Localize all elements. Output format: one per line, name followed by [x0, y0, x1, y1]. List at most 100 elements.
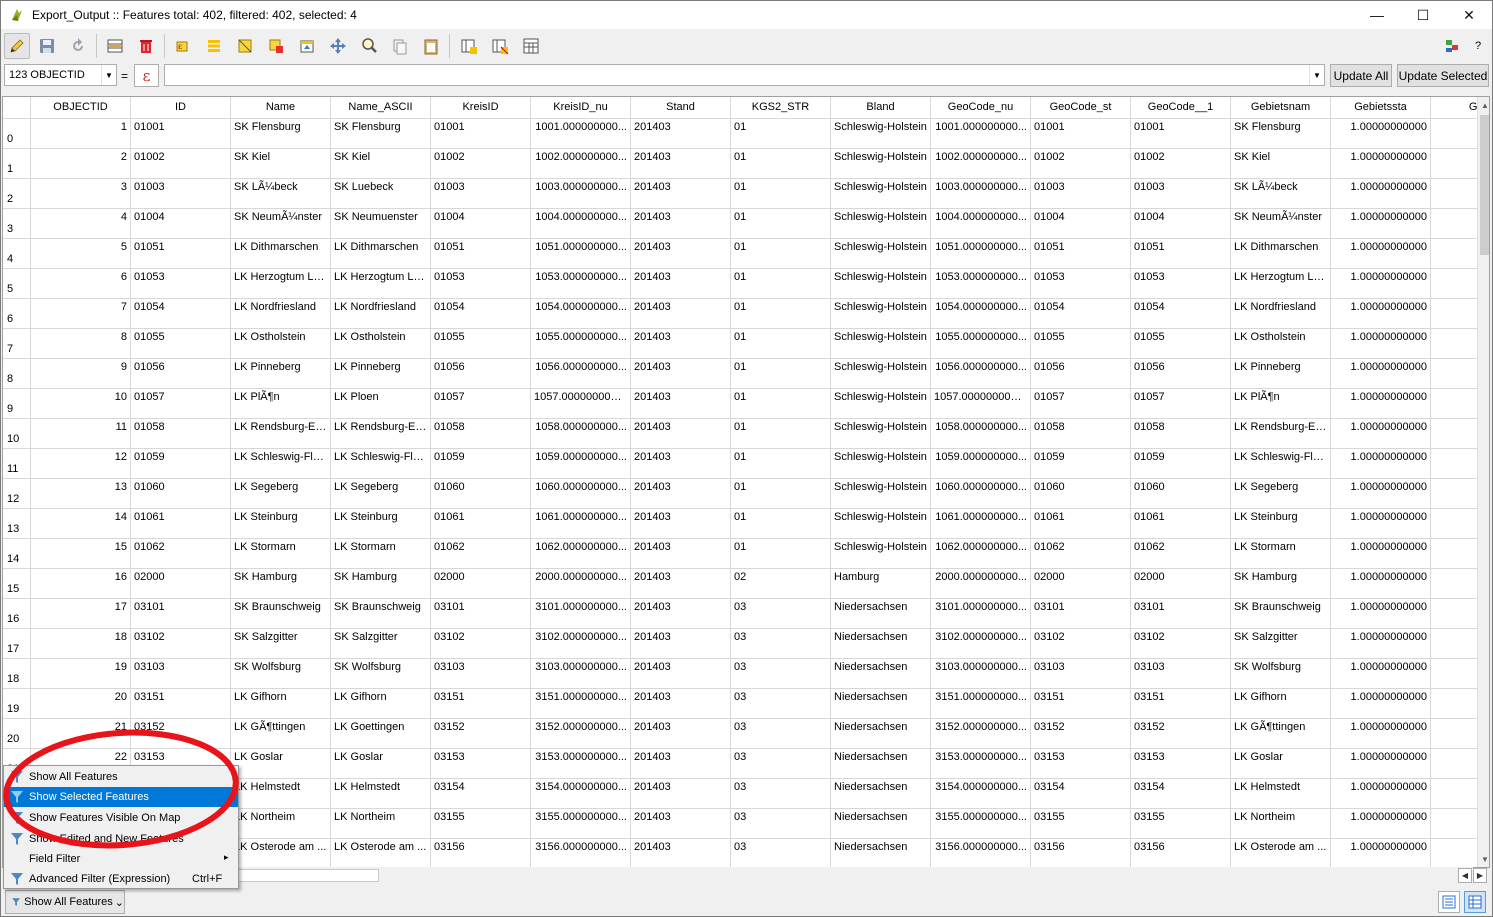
row-header[interactable]: 13 [3, 509, 31, 539]
table-cell[interactable]: 201403 [631, 449, 731, 479]
table-cell[interactable]: 1057.00000000000 [931, 389, 1031, 419]
table-cell[interactable]: LK GÃ¶ttingen [231, 719, 331, 749]
table-cell[interactable]: 1056.000000000... [531, 359, 631, 389]
table-cell[interactable]: 03153 [1131, 749, 1231, 779]
table-cell[interactable]: 03154 [1031, 779, 1131, 809]
table-cell[interactable]: SK Flensburg [1231, 119, 1331, 149]
table-cell[interactable]: 01003 [131, 179, 231, 209]
table-cell[interactable]: Niedersachsen [831, 839, 931, 867]
table-cell[interactable]: 3 [31, 179, 131, 209]
row-header[interactable]: 12 [3, 479, 31, 509]
table-cell[interactable]: 4 [31, 209, 131, 239]
attribute-table[interactable]: OBJECTID ID Name Name_ASCII KreisID KreisID_n… [2, 96, 1490, 868]
table-cell[interactable]: 2 [31, 149, 131, 179]
table-cell[interactable]: 1 [31, 119, 131, 149]
table-cell[interactable]: 01002 [1031, 149, 1131, 179]
field-calculator-button[interactable] [518, 33, 544, 59]
table-cell[interactable]: SK Wolfsburg [231, 659, 331, 689]
table-cell[interactable]: 03 [731, 839, 831, 867]
table-cell[interactable]: 01004 [131, 209, 231, 239]
table-cell[interactable]: 01051 [431, 239, 531, 269]
table-cell[interactable]: LK Ostholstein [331, 329, 431, 359]
close-button[interactable]: ✕ [1446, 1, 1492, 29]
expression-input[interactable]: ▼ [164, 64, 1325, 86]
zoom-to-selection-button[interactable] [356, 33, 382, 59]
table-cell[interactable]: 01 [731, 329, 831, 359]
table-cell[interactable]: 5 [31, 239, 131, 269]
table-cell[interactable]: 3153.000000000... [531, 749, 631, 779]
table-cell[interactable]: LK Ostholstein [1231, 329, 1331, 359]
table-cell[interactable]: 01053 [1131, 269, 1231, 299]
table-cell[interactable]: Schleswig-Holstein [831, 419, 931, 449]
table-cell[interactable]: 18 [31, 629, 131, 659]
help-button[interactable]: ? [1465, 33, 1491, 59]
table-cell[interactable]: LK GÃ¶ttingen [1231, 719, 1331, 749]
table-cell[interactable]: 03152 [131, 719, 231, 749]
table-cell[interactable]: 03103 [1131, 659, 1231, 689]
table-cell[interactable]: 1.00000000000 [1331, 209, 1431, 239]
table-cell[interactable]: LK Gifhorn [331, 689, 431, 719]
table-cell[interactable]: 03102 [131, 629, 231, 659]
table-cell[interactable]: LK Schleswig-Fle... [1231, 449, 1331, 479]
table-cell[interactable]: LK Northeim [1231, 809, 1331, 839]
table-cell[interactable]: 01 [731, 419, 831, 449]
table-cell[interactable]: 6 [31, 269, 131, 299]
table-cell[interactable]: 01 [731, 299, 831, 329]
table-cell[interactable]: 01 [731, 209, 831, 239]
dock-toggle-button[interactable] [1439, 33, 1465, 59]
table-cell[interactable]: 15 [31, 539, 131, 569]
table-cell[interactable]: SK Wolfsburg [1231, 659, 1331, 689]
table-cell[interactable]: Schleswig-Holstein [831, 179, 931, 209]
table-cell[interactable]: 03 [731, 719, 831, 749]
table-cell[interactable]: 01058 [1131, 419, 1231, 449]
table-cell[interactable]: 01062 [131, 539, 231, 569]
table-view-button[interactable] [1464, 891, 1486, 913]
table-cell[interactable]: 1.00000000000 [1331, 659, 1431, 689]
table-cell[interactable]: 20 [31, 689, 131, 719]
table-cell[interactable]: 03155 [1031, 809, 1131, 839]
table-cell[interactable]: 03102 [431, 629, 531, 659]
table-cell[interactable]: 01058 [131, 419, 231, 449]
row-header[interactable]: 2 [3, 179, 31, 209]
table-cell[interactable]: 201403 [631, 539, 731, 569]
table-cell[interactable]: 1062.000000000... [531, 539, 631, 569]
table-cell[interactable]: 01058 [431, 419, 531, 449]
scroll-right-icon[interactable]: ▶ [1473, 868, 1487, 883]
table-cell[interactable]: 01054 [431, 299, 531, 329]
table-cell[interactable]: 201403 [631, 359, 731, 389]
table-cell[interactable]: 03155 [1131, 809, 1231, 839]
table-cell[interactable]: 1.00000000000 [1331, 119, 1431, 149]
table-cell[interactable]: 01057 [131, 389, 231, 419]
row-header[interactable]: 15 [3, 569, 31, 599]
table-cell[interactable]: 201403 [631, 569, 731, 599]
table-cell[interactable]: LK Schleswig-Fle... [231, 449, 331, 479]
column-header[interactable]: Name_ASCII [331, 97, 431, 119]
row-header[interactable]: 7 [3, 329, 31, 359]
vertical-scrollbar-thumb[interactable] [1480, 115, 1489, 255]
table-cell[interactable]: LK Osterode am ... [231, 839, 331, 867]
table-cell[interactable]: 1058.000000000... [931, 419, 1031, 449]
table-cell[interactable]: 201403 [631, 719, 731, 749]
row-header[interactable]: 17 [3, 629, 31, 659]
row-header[interactable]: 5 [3, 269, 31, 299]
table-cell[interactable]: LK PlÃ¶n [1231, 389, 1331, 419]
table-cell[interactable]: 03101 [431, 599, 531, 629]
table-cell[interactable]: Niedersachsen [831, 719, 931, 749]
table-cell[interactable]: 03 [731, 749, 831, 779]
table-cell[interactable]: LK Pinneberg [331, 359, 431, 389]
table-cell[interactable]: SK LÃ¼beck [231, 179, 331, 209]
table-cell[interactable]: 1062.000000000... [931, 539, 1031, 569]
table-cell[interactable]: 3156.000000000... [931, 839, 1031, 867]
table-cell[interactable]: Niedersachsen [831, 749, 931, 779]
menu-item-show-selected[interactable]: Show Selected Features [4, 787, 238, 807]
table-corner-button[interactable] [3, 97, 31, 119]
table-cell[interactable]: Niedersachsen [831, 659, 931, 689]
table-cell[interactable]: 1.00000000000 [1331, 239, 1431, 269]
table-cell[interactable]: 03154 [1131, 779, 1231, 809]
table-cell[interactable]: Schleswig-Holstein [831, 479, 931, 509]
table-cell[interactable]: LK Dithmarschen [331, 239, 431, 269]
table-cell[interactable]: LK PlÃ¶n [231, 389, 331, 419]
table-cell[interactable]: SK Hamburg [231, 569, 331, 599]
table-cell[interactable]: Schleswig-Holstein [831, 389, 931, 419]
scroll-up-icon[interactable]: ▲ [1478, 97, 1489, 114]
